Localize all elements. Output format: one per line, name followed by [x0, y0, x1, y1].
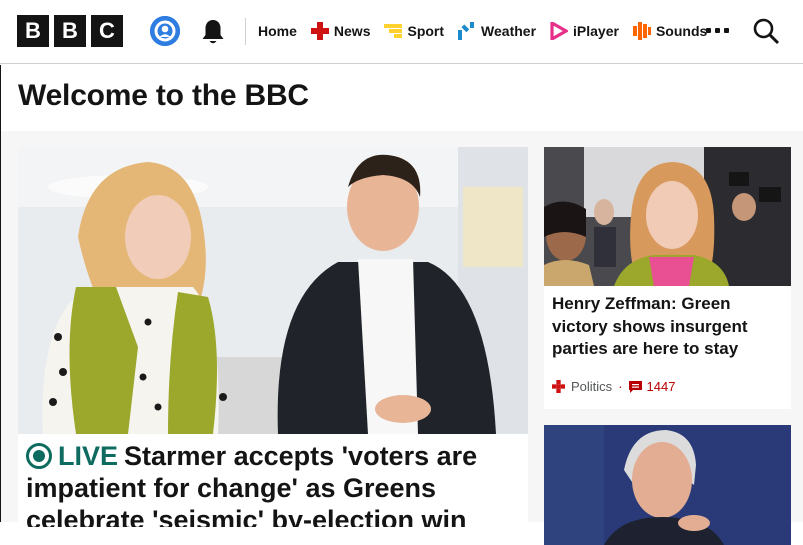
nav-sport[interactable]: Sport — [384, 20, 444, 42]
nav-weather[interactable]: Weather — [458, 20, 536, 42]
search-button[interactable] — [752, 17, 780, 45]
nav-label: Home — [258, 23, 297, 39]
comment-icon — [628, 380, 642, 393]
side-story-card[interactable] — [544, 425, 791, 545]
logo-letter: B — [54, 15, 86, 47]
nav-iplayer[interactable]: iPlayer — [550, 20, 619, 42]
nav-label: Weather — [481, 23, 537, 39]
sounds-icon — [632, 22, 651, 40]
side-story-headline[interactable]: Henry Zeffman: Green victory shows insur… — [552, 293, 784, 361]
nav-label: Sounds — [655, 23, 708, 39]
more-dot — [715, 27, 720, 33]
more-menu-button[interactable] — [706, 23, 730, 37]
bell-icon — [202, 20, 224, 44]
nav-sounds[interactable]: Sounds — [632, 20, 708, 42]
live-label: LIVE — [58, 441, 119, 471]
news-icon — [552, 380, 565, 393]
side-story-meta: Politics · 1447 — [552, 379, 675, 394]
content-area: LIVE Starmer accepts 'voters are impatien… — [0, 131, 803, 545]
iplayer-icon — [550, 22, 569, 40]
nav-home[interactable]: Home — [258, 20, 297, 42]
side-story-image[interactable] — [544, 147, 791, 286]
main-photo — [18, 147, 528, 434]
side-photo — [544, 147, 791, 286]
nav-label: Sport — [407, 23, 445, 39]
notifications-button[interactable] — [200, 18, 226, 46]
page-title: Welcome to the BBC — [18, 79, 309, 112]
nav-news[interactable]: News — [310, 20, 371, 42]
search-icon — [753, 18, 780, 45]
welcome-banner: Welcome to the BBC — [0, 65, 803, 131]
live-icon — [26, 443, 52, 469]
bbc-logo[interactable]: B B C — [17, 15, 123, 47]
comments-link[interactable]: 1447 — [628, 379, 676, 394]
nav-label: iPlayer — [573, 23, 619, 39]
divider — [245, 18, 246, 45]
main-story-headline[interactable]: LIVE Starmer accepts 'voters are impatien… — [26, 439, 526, 527]
primary-nav: Home News Sport Weather iPlayer Sounds — [258, 20, 721, 42]
weather-icon — [458, 22, 475, 40]
more-dot — [706, 27, 711, 33]
nav-label: News — [333, 23, 371, 39]
side-photo — [544, 425, 791, 545]
logo-letter: B — [17, 15, 49, 47]
more-dot — [724, 27, 729, 33]
main-story-image[interactable] — [18, 147, 528, 434]
sport-icon — [384, 24, 403, 38]
account-button[interactable] — [150, 16, 180, 46]
logo-letter: C — [91, 15, 123, 47]
top-navigation: B B C Home News Sport Weather iPlayer So… — [0, 0, 803, 64]
comments-count: 1447 — [646, 379, 676, 394]
side-story-card[interactable]: Henry Zeffman: Green victory shows insur… — [544, 147, 791, 409]
main-story-card[interactable]: LIVE Starmer accepts 'voters are impatien… — [18, 147, 528, 527]
meta-separator: · — [618, 379, 623, 394]
news-icon — [310, 22, 329, 40]
user-icon — [150, 16, 180, 46]
topic-link[interactable]: Politics — [571, 379, 612, 394]
